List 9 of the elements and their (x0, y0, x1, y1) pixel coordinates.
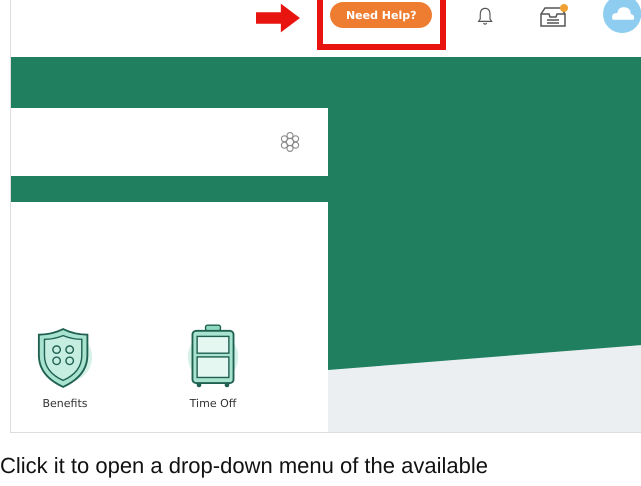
settings-icon[interactable] (279, 131, 301, 153)
arrow-icon (256, 3, 300, 33)
suitcase-icon[interactable] (185, 323, 241, 389)
app-label[interactable]: Benefits (42, 397, 88, 410)
inbox-icon[interactable] (538, 4, 569, 28)
bell-icon[interactable] (476, 6, 493, 27)
shield-icon[interactable] (37, 327, 93, 389)
app-label[interactable]: Time Off (190, 397, 236, 410)
caption-text: Click it to open a drop-down menu of the available (0, 453, 489, 479)
